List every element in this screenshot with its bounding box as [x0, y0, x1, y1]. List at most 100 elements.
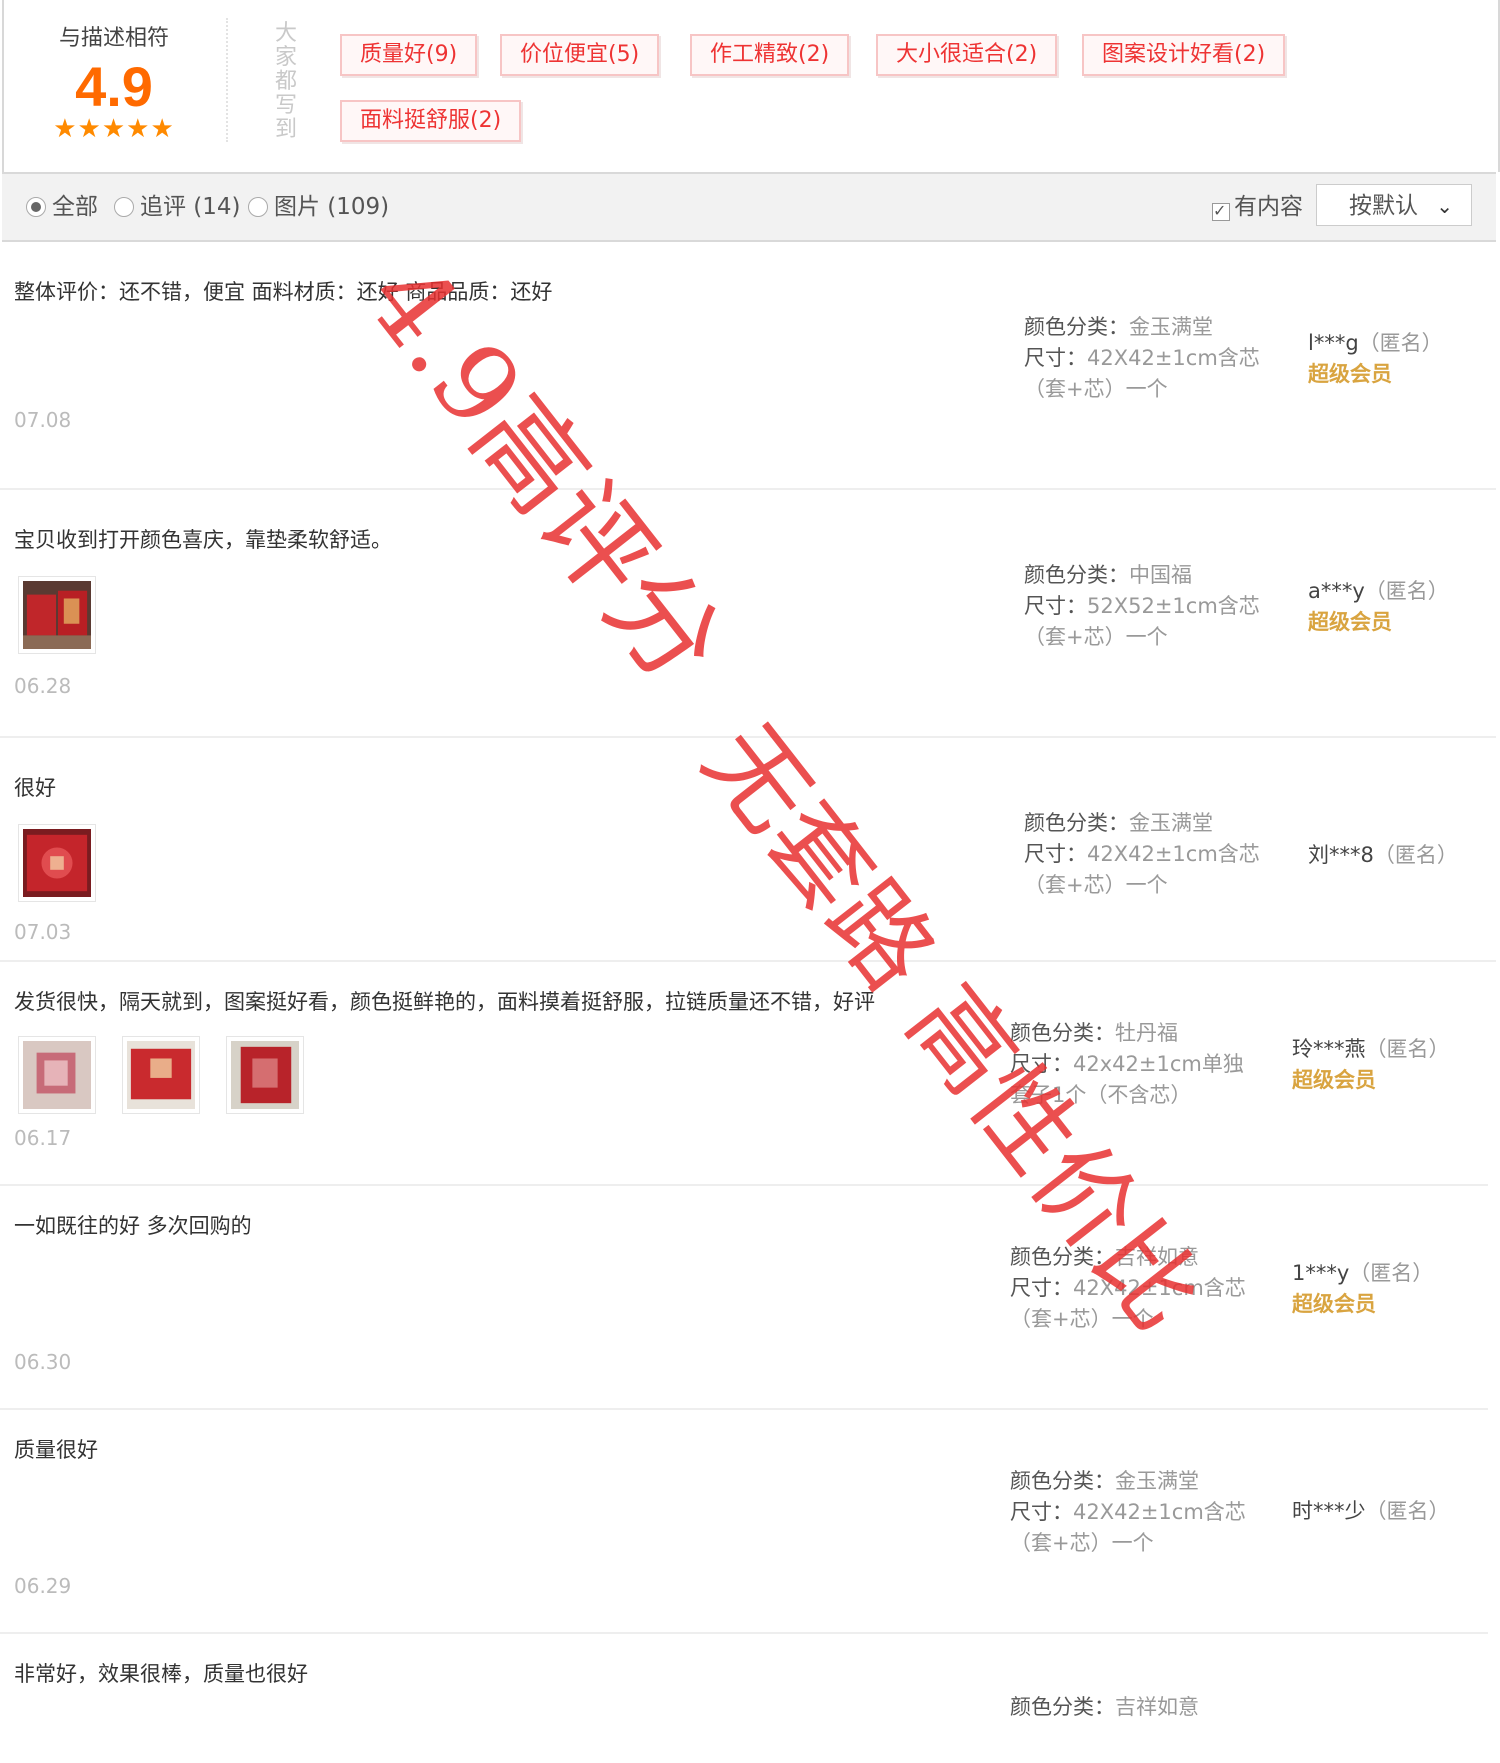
sku-info: 颜色分类：中国福 尺寸：52X52±1cm含芯 （套+芯）一个: [1024, 560, 1260, 653]
divider: [226, 18, 228, 142]
tag-workmanship[interactable]: 作工精致(2): [690, 34, 850, 76]
sku-size-detail: （套+芯）一个: [1010, 1531, 1154, 1555]
review-date: 06.29: [14, 1574, 72, 1598]
sku-size-label: 尺寸：: [1024, 594, 1087, 618]
reviewer-name: 玲***燕: [1292, 1037, 1366, 1061]
has-content-checkbox[interactable]: ✓ 有内容: [1212, 194, 1303, 221]
vip-badge: 超级会员: [1308, 362, 1392, 386]
chevron-down-icon: ⌄: [1436, 194, 1453, 218]
reviewer-info: 1***y（匿名） 超级会员: [1292, 1258, 1433, 1320]
tag-fabric[interactable]: 面料挺舒服(2): [340, 100, 522, 142]
review-text: 一如既往的好 多次回购的: [14, 1214, 252, 1238]
reviewer-name: l***g: [1308, 331, 1359, 355]
review-item: 宝贝收到打开颜色喜庆，靠垫柔软舒适。 06.28 颜色分类：中国福 尺寸：52X…: [0, 490, 1496, 738]
review-date: 06.17: [14, 1126, 72, 1150]
reviewer-info: 时***少（匿名）: [1292, 1496, 1450, 1527]
review-photo-thumbnail[interactable]: [226, 1036, 304, 1114]
sku-size-value: 42X42±1cm含芯: [1087, 346, 1260, 370]
checkmark-icon: ✓: [1212, 203, 1230, 221]
cushion-photo: [23, 581, 91, 649]
sku-color-label: 颜色分类：: [1010, 1695, 1115, 1719]
sku-size-detail: （套+芯）一个: [1024, 625, 1168, 649]
rating-summary: 与描述相符 4.9 ★★★★★ 大家都写到 质量好(9) 价位便宜(5) 作工精…: [2, 0, 1500, 172]
sku-color-value: 牡丹福: [1115, 1021, 1178, 1045]
sku-size-detail: 套子1个（不含芯）: [1010, 1083, 1192, 1107]
sku-color-label: 颜色分类：: [1010, 1245, 1115, 1269]
tag-size-fit[interactable]: 大小很适合(2): [876, 34, 1058, 76]
tag-price[interactable]: 价位便宜(5): [500, 34, 660, 76]
cushion-photo: [23, 829, 91, 897]
sku-info: 颜色分类：吉祥如意 尺寸：42X42±1cm含芯 （套+芯）一个: [1010, 1242, 1246, 1335]
vip-badge: 超级会员: [1292, 1068, 1376, 1092]
filter-pictures-radio[interactable]: 图片 (109): [248, 194, 389, 220]
sku-size-label: 尺寸：: [1024, 842, 1087, 866]
review-text: 质量很好: [14, 1438, 98, 1462]
sort-label: 按默认: [1349, 193, 1418, 219]
review-text: 非常好，效果很棒，质量也很好: [14, 1662, 308, 1686]
sku-info: 颜色分类：牡丹福 尺寸：42x42±1cm单独 套子1个（不含芯）: [1010, 1018, 1244, 1111]
tags-hint: 大家都写到: [274, 21, 297, 142]
filter-followup-radio[interactable]: 追评 (14): [114, 194, 241, 220]
has-content-label: 有内容: [1234, 194, 1303, 220]
sku-info: 颜色分类：吉祥如意: [1010, 1692, 1199, 1723]
review-item: 非常好，效果很棒，质量也很好 颜色分类：吉祥如意: [0, 1634, 1488, 1763]
sku-size-detail: （套+芯）一个: [1024, 377, 1168, 401]
radio-icon: [114, 197, 134, 217]
sku-size-label: 尺寸：: [1010, 1500, 1073, 1524]
sku-color-value: 金玉满堂: [1115, 1469, 1199, 1493]
tag-quality[interactable]: 质量好(9): [340, 34, 478, 76]
review-page: 与描述相符 4.9 ★★★★★ 大家都写到 质量好(9) 价位便宜(5) 作工精…: [0, 0, 1500, 1763]
sku-color-label: 颜色分类：: [1024, 811, 1129, 835]
sku-size-value: 42x42±1cm单独: [1073, 1052, 1244, 1076]
review-photo-thumbnail[interactable]: [18, 824, 96, 902]
review-date: 06.30: [14, 1350, 72, 1374]
anonymous-label: （匿名）: [1349, 1261, 1434, 1285]
score-box: 与描述相符 4.9 ★★★★★: [24, 20, 204, 144]
review-photo-thumbnail[interactable]: [122, 1036, 200, 1114]
sku-size-detail: （套+芯）一个: [1024, 873, 1168, 897]
reviewer-name: 时***少: [1292, 1499, 1366, 1523]
review-item: 质量很好 06.29 颜色分类：金玉满堂 尺寸：42X42±1cm含芯 （套+芯…: [0, 1410, 1488, 1634]
radio-icon: [26, 197, 46, 217]
score-label: 与描述相符: [58, 26, 169, 51]
sku-color-label: 颜色分类：: [1024, 315, 1129, 339]
star-rating-icon: ★★★★★: [53, 114, 175, 144]
sku-size-label: 尺寸：: [1010, 1052, 1073, 1076]
sku-size-value: 52X52±1cm含芯: [1087, 594, 1260, 618]
reviewer-info: 刘***8（匿名）: [1308, 840, 1458, 871]
sku-size-value: 42X42±1cm含芯: [1073, 1500, 1246, 1524]
sku-color-label: 颜色分类：: [1024, 563, 1129, 587]
radio-icon: [248, 197, 268, 217]
sku-color-value: 金玉满堂: [1129, 811, 1213, 835]
review-text: 整体评价：还不错，便宜 面料材质：还好 商品品质：还好: [14, 280, 553, 304]
review-item: 很好 07.03 颜色分类：金玉满堂 尺寸：42X42±1cm含芯 （套+芯）一…: [0, 738, 1496, 962]
sku-size-value: 42X42±1cm含芯: [1073, 1276, 1246, 1300]
sku-info: 颜色分类：金玉满堂 尺寸：42X42±1cm含芯 （套+芯）一个: [1024, 808, 1260, 901]
reviewer-name: 1***y: [1292, 1261, 1350, 1285]
reviewer-info: a***y（匿名） 超级会员: [1308, 576, 1449, 638]
reviewer-info: l***g（匿名） 超级会员: [1308, 328, 1443, 390]
review-text: 很好: [14, 776, 56, 800]
vip-badge: 超级会员: [1292, 1292, 1376, 1316]
sku-size-detail: （套+芯）一个: [1010, 1307, 1154, 1331]
sort-dropdown[interactable]: 按默认 ⌄: [1316, 184, 1472, 226]
sku-size-value: 42X42±1cm含芯: [1087, 842, 1260, 866]
filter-all-radio[interactable]: 全部: [26, 194, 98, 220]
sku-color-label: 颜色分类：: [1010, 1469, 1115, 1493]
tag-pattern[interactable]: 图案设计好看(2): [1082, 34, 1286, 76]
sku-color-value: 中国福: [1129, 563, 1192, 587]
sku-color-label: 颜色分类：: [1010, 1021, 1115, 1045]
review-date: 06.28: [14, 674, 72, 698]
sku-size-label: 尺寸：: [1024, 346, 1087, 370]
filter-bar: 全部 追评 (14) 图片 (109) ✓ 有内容 按默认 ⌄: [2, 172, 1496, 242]
score-value: 4.9: [75, 55, 153, 118]
review-photo-thumbnail[interactable]: [18, 576, 96, 654]
cushion-photo: [231, 1041, 299, 1109]
review-photo-thumbnail[interactable]: [18, 1036, 96, 1114]
filter-followup-label: 追评 (14): [140, 194, 241, 220]
review-item: 整体评价：还不错，便宜 面料材质：还好 商品品质：还好 07.08 颜色分类：金…: [0, 240, 1496, 490]
anonymous-label: （匿名）: [1365, 1037, 1450, 1061]
review-text: 发货很快，隔天就到，图案挺好看，颜色挺鲜艳的，面料摸着挺舒服，拉链质量还不错，好…: [14, 990, 875, 1014]
sku-color-value: 吉祥如意: [1115, 1245, 1199, 1269]
review-item: 一如既往的好 多次回购的 06.30 颜色分类：吉祥如意 尺寸：42X42±1c…: [0, 1186, 1488, 1410]
